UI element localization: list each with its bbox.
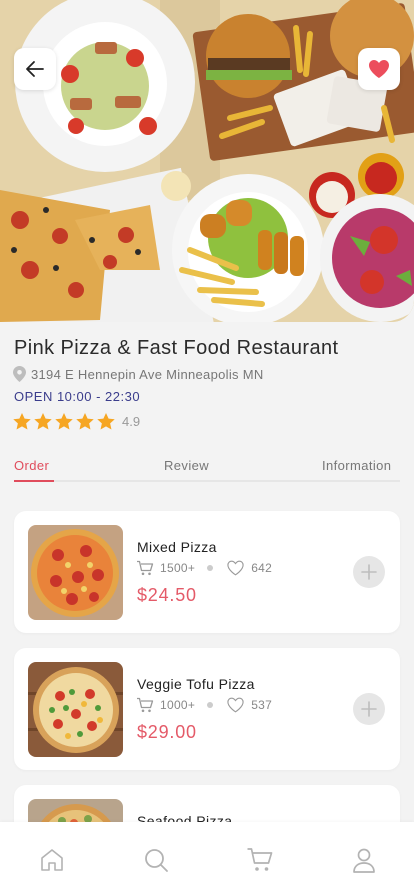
nav-home[interactable] (38, 846, 66, 874)
menu-item-stats: 1000+ 537 (136, 697, 272, 713)
add-to-cart-button[interactable] (353, 556, 385, 588)
heart-outline-icon (227, 560, 244, 576)
menu-item-name: Veggie Tofu Pizza (137, 676, 255, 692)
order-count: 1500+ (160, 561, 196, 575)
nav-cart[interactable] (246, 846, 274, 874)
favorite-button[interactable] (358, 48, 400, 90)
address-text: 3194 E Hennepin Ave Minneapolis MN (31, 366, 264, 382)
menu-item-image (28, 662, 123, 757)
plus-icon (361, 701, 377, 717)
heart-outline-icon (227, 697, 244, 713)
rating-value: 4.9 (122, 414, 141, 429)
menu-item-image (28, 525, 123, 620)
restaurant-address: 3194 E Hennepin Ave Minneapolis MN (13, 366, 264, 382)
search-icon (145, 849, 168, 872)
tab-order[interactable]: Order (14, 458, 49, 473)
cart-icon (137, 560, 154, 576)
star-icon (76, 413, 94, 430)
menu-item-card[interactable]: Mixed Pizza 1500+ 642 $24.50 (14, 511, 400, 633)
opening-hours: OPEN 10:00 - 22:30 (14, 389, 141, 404)
menu-item-name: Mixed Pizza (137, 539, 217, 555)
heart-icon (369, 60, 389, 78)
tab-information[interactable]: Information (322, 458, 391, 473)
order-count: 1000+ (160, 698, 196, 712)
nav-profile[interactable] (350, 846, 378, 874)
nav-search[interactable] (142, 846, 170, 874)
star-icon (34, 413, 52, 430)
cart-icon (247, 848, 273, 871)
back-button[interactable] (14, 48, 56, 90)
star-icon (13, 413, 31, 430)
hero-food-image (0, 0, 414, 322)
tab-review[interactable]: Review (164, 458, 209, 473)
menu-item-card[interactable]: Veggie Tofu Pizza 1000+ 537 $29.00 (14, 648, 400, 770)
arrow-left-icon (26, 61, 44, 77)
restaurant-name: Pink Pizza & Fast Food Restaurant (14, 337, 339, 359)
location-pin-icon (13, 366, 26, 382)
cart-icon (137, 697, 154, 713)
like-count: 537 (251, 698, 273, 712)
plus-icon (361, 564, 377, 580)
menu-item-price: $24.50 (137, 585, 197, 605)
menu-item-price: $29.00 (137, 722, 197, 742)
add-to-cart-button[interactable] (353, 693, 385, 725)
profile-icon (353, 848, 375, 873)
like-count: 642 (251, 561, 273, 575)
active-tab-indicator (14, 480, 54, 482)
star-icon (55, 413, 73, 430)
tab-bar: Order Review Information (14, 456, 400, 482)
home-icon (41, 849, 63, 871)
rating: 4.9 (13, 413, 140, 430)
bottom-navigation (0, 822, 414, 896)
menu-item-stats: 1500+ 642 (136, 560, 272, 576)
star-icon (97, 413, 115, 430)
